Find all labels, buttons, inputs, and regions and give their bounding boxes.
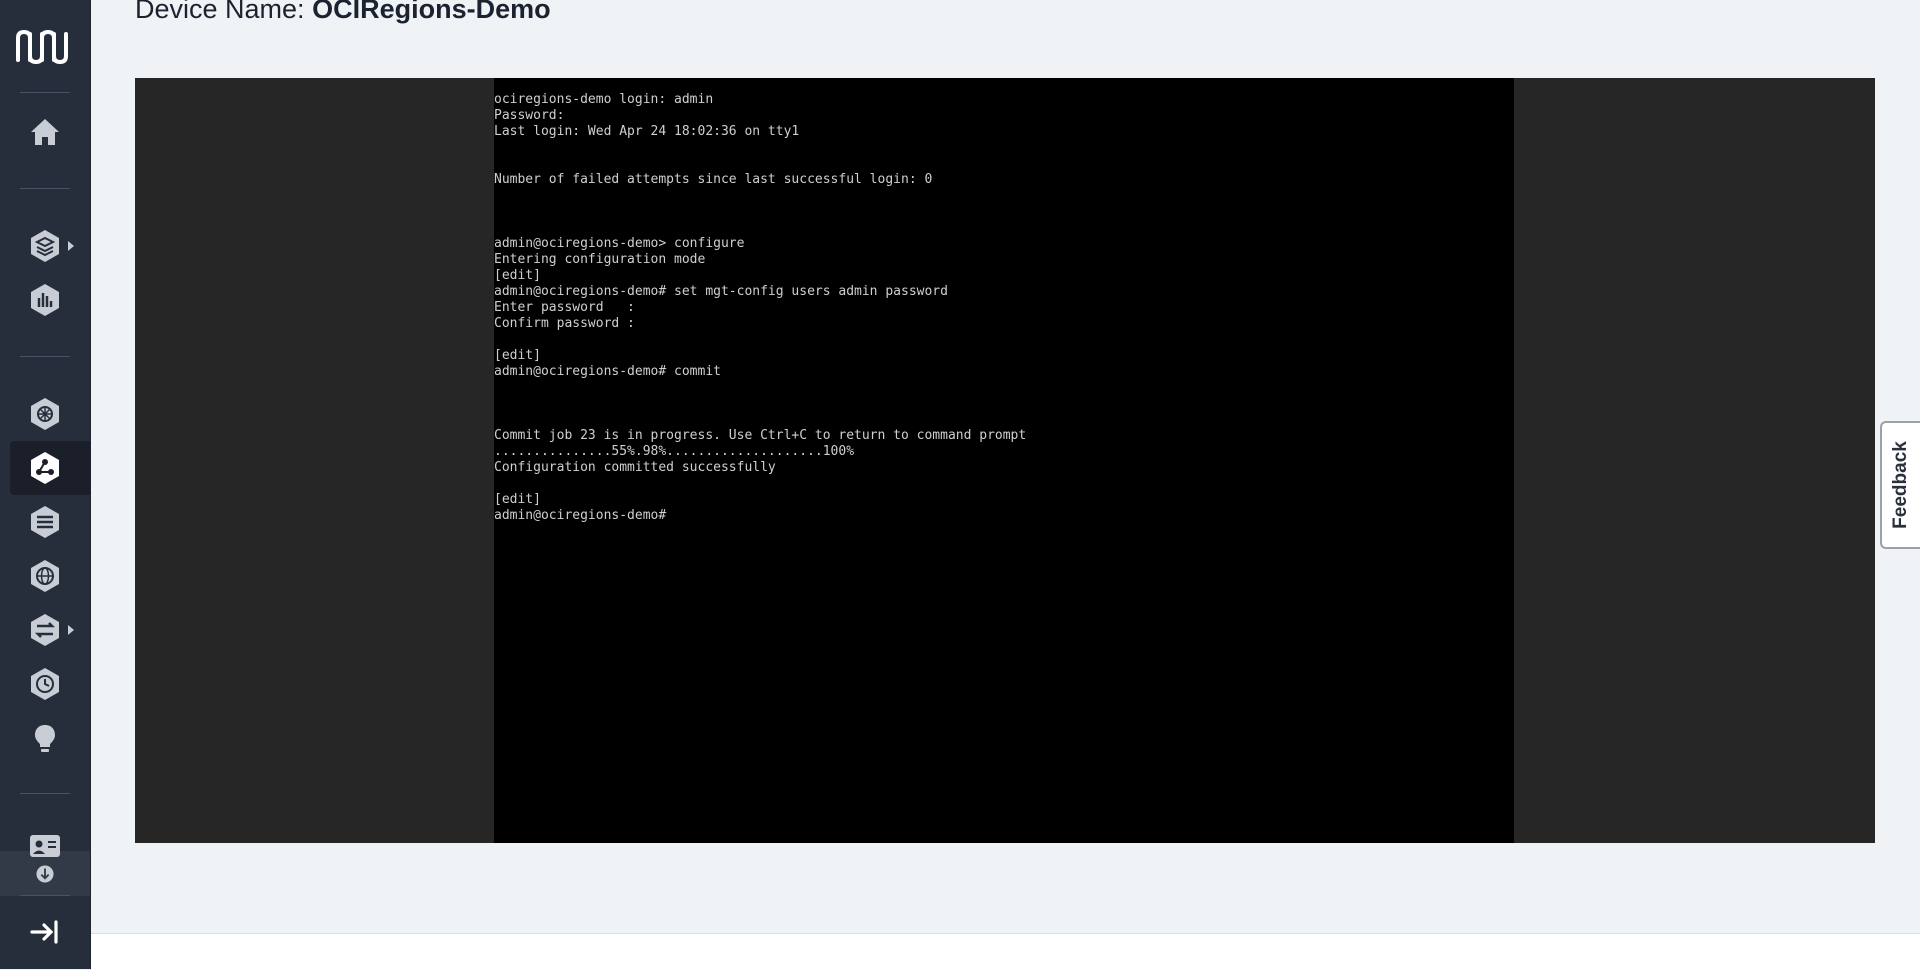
terminal-line: Commit job 23 is in progress. Use Ctrl+C…: [494, 428, 1027, 443]
expand-caret-icon[interactable]: [68, 625, 74, 635]
sidebar-divider: [20, 793, 70, 794]
terminal-line: Enter password :: [494, 300, 635, 315]
terminal-line: Entering configuration mode: [494, 252, 706, 267]
analytics-icon[interactable]: [22, 277, 68, 323]
page-title: Device Name: OCIRegions-Demo: [135, 0, 551, 25]
expand-caret-icon[interactable]: [68, 241, 74, 251]
globe-icon[interactable]: [22, 553, 68, 599]
terminal-line: [edit]: [494, 268, 541, 283]
terminal-output: ociregions-demo login: admin Password: Las…: [494, 78, 1514, 524]
device-name-label: Device Name:: [135, 0, 305, 24]
terminal-line: [edit]: [494, 492, 541, 507]
console-frame: ociregions-demo login: admin Password: Las…: [135, 78, 1875, 843]
terminal-line: ...............55%.98%..................…: [494, 444, 855, 459]
lightbulb-icon[interactable]: [22, 715, 68, 761]
download-icon[interactable]: [22, 861, 68, 887]
terminal-line: Confirm password :: [494, 316, 635, 331]
terminal-line: Last login: Wed Apr 24 18:02:36 on tty1: [494, 124, 800, 139]
clock-icon[interactable]: [22, 661, 68, 707]
terminal-line: [edit]: [494, 348, 541, 363]
terminal-line: Password:: [494, 108, 565, 123]
terminal-line: Number of failed attempts since last suc…: [494, 172, 933, 187]
sidebar-divider: [20, 356, 70, 357]
feedback-label: Feedback: [1890, 441, 1911, 529]
network-icon[interactable]: [22, 391, 68, 437]
layers-icon[interactable]: [22, 223, 68, 269]
terminal-screen[interactable]: ociregions-demo login: admin Password: Las…: [494, 78, 1514, 843]
home-icon[interactable]: [22, 109, 68, 155]
contact-card-icon[interactable]: [22, 830, 68, 860]
terminal-line: admin@ociregions-demo> configure: [494, 236, 745, 251]
device-name-value: OCIRegions-Demo: [312, 0, 551, 24]
stack-icon[interactable]: [22, 499, 68, 545]
transfer-icon[interactable]: [22, 607, 68, 653]
terminal-line: ociregions-demo login: admin: [494, 92, 714, 107]
terminal-line: admin@ociregions-demo# commit: [494, 364, 721, 379]
sidebar: [0, 0, 91, 969]
sidebar-divider: [20, 895, 70, 896]
feedback-button[interactable]: Feedback: [1880, 421, 1920, 549]
terminal-line: Configuration committed successfully: [494, 460, 776, 475]
logo-icon[interactable]: [14, 26, 74, 66]
logout-icon[interactable]: [22, 909, 68, 955]
sidebar-divider: [20, 92, 70, 93]
terminal-line: admin@ociregions-demo#: [494, 508, 667, 523]
sidebar-divider: [20, 188, 70, 189]
terminal-line: admin@ociregions-demo# set mgt-config us…: [494, 284, 948, 299]
page-footer: [91, 933, 1920, 970]
connections-icon[interactable]: [22, 445, 68, 491]
